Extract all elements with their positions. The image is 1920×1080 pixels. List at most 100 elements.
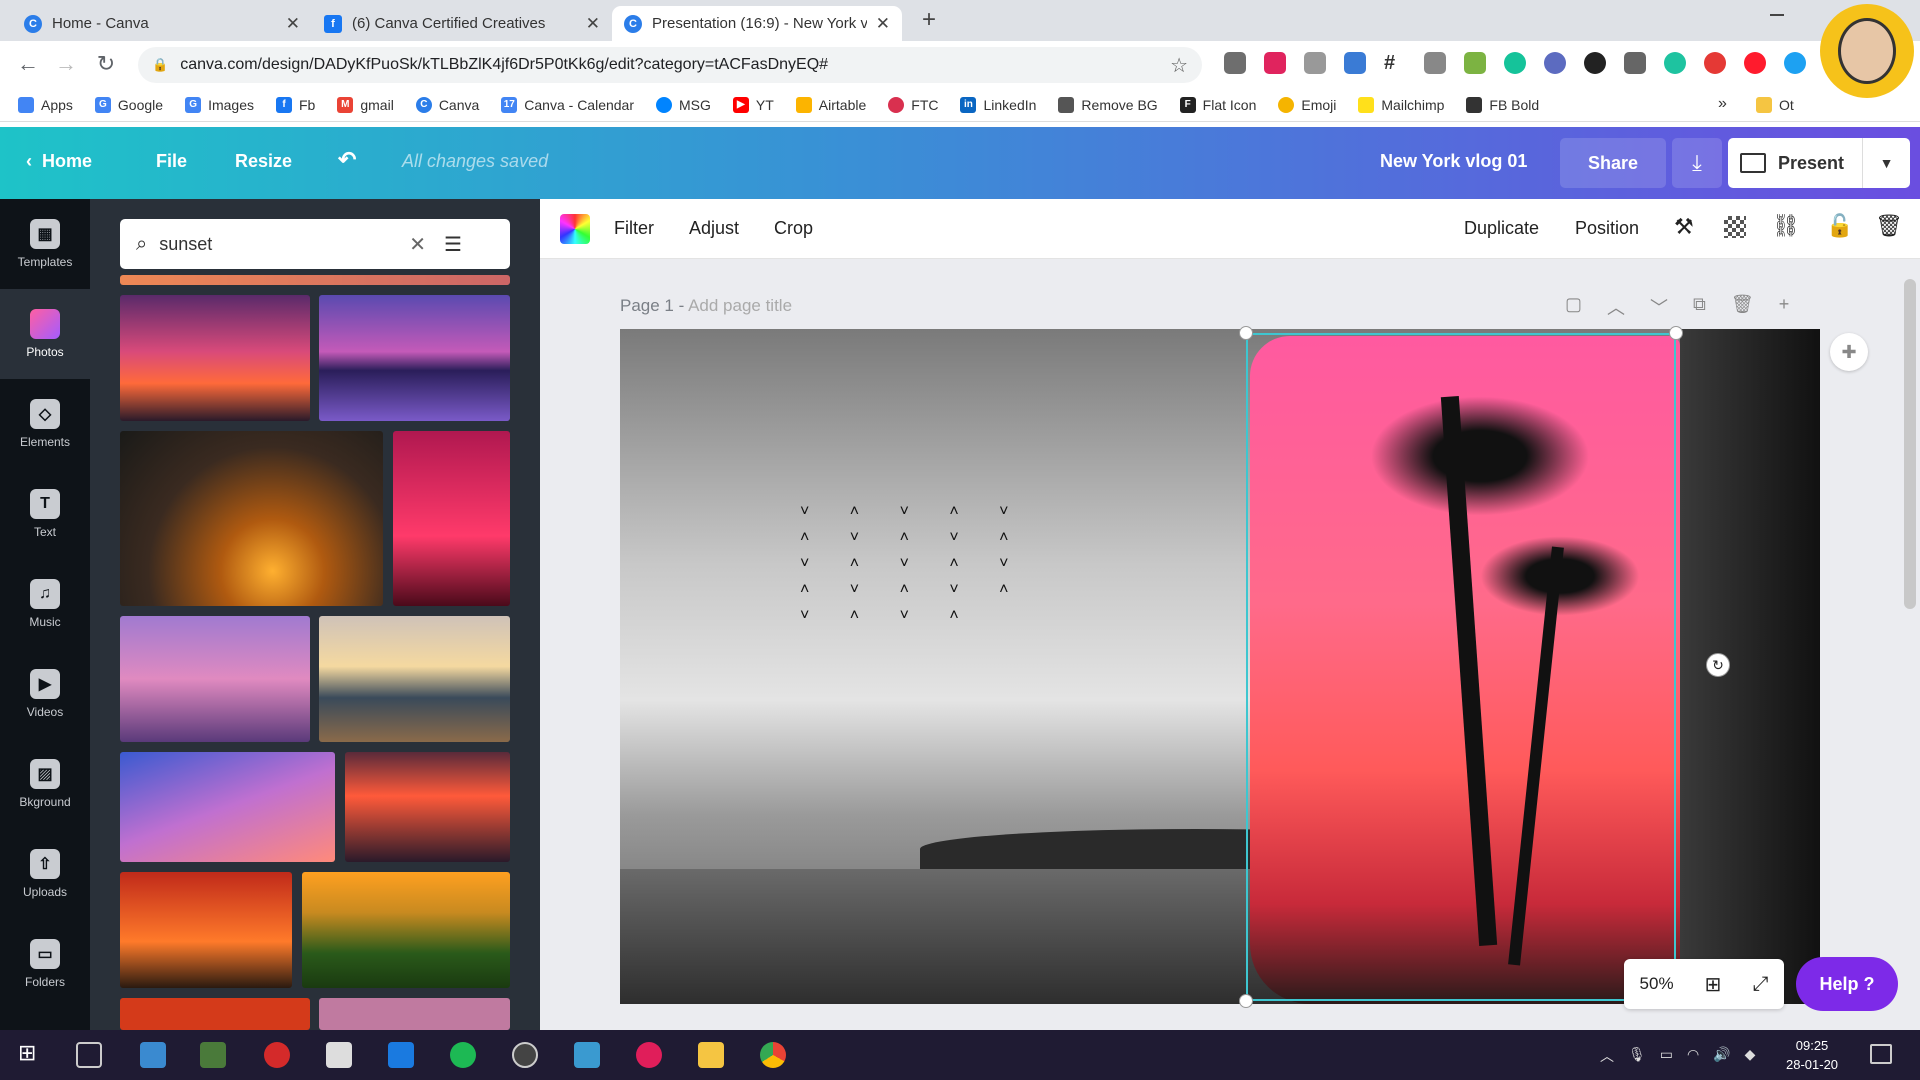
minimize-icon[interactable] (1770, 14, 1784, 16)
bookmark-flat-icon[interactable]: F Flat Icon (1179, 96, 1256, 113)
wifi-icon[interactable]: ◠ (1687, 1046, 1699, 1066)
notifications-icon[interactable] (1870, 1044, 1892, 1064)
file-menu-button[interactable]: File (156, 151, 187, 172)
calculator-icon[interactable] (326, 1042, 352, 1068)
sidebar-item-folders[interactable]: ▭ Folders (0, 919, 90, 1009)
trash-icon[interactable]: 🗑 (1875, 213, 1903, 239)
close-icon[interactable]: ✕ (876, 14, 890, 34)
slack-icon[interactable] (636, 1042, 662, 1068)
home-button[interactable]: ‹ Home (26, 151, 92, 172)
bookmark-gmail[interactable]: Mgmail (337, 96, 394, 113)
info-icon[interactable] (1424, 52, 1446, 74)
close-icon[interactable]: ✕ (286, 14, 300, 34)
vertical-scrollbar[interactable] (1904, 279, 1916, 609)
new-tab-button[interactable]: + (922, 6, 936, 34)
bookmark-mailchimp[interactable]: Mailchimp (1358, 96, 1444, 113)
download-icon[interactable]: ⤓ (1672, 138, 1722, 188)
clear-search-icon[interactable]: ✕ (409, 232, 426, 257)
selection-box[interactable] (1246, 333, 1676, 1001)
chevron-up-icon[interactable]: ︿ (1607, 294, 1625, 320)
note-icon[interactable]: ▢ (1565, 294, 1582, 320)
tab-home-canva[interactable]: C Home - Canva ✕ (12, 6, 312, 41)
color-picker-icon[interactable] (560, 214, 590, 244)
sidebar-item-videos[interactable]: ▶ Videos (0, 649, 90, 739)
page-title-input[interactable]: Add page title (688, 296, 792, 315)
forward-icon[interactable]: → (52, 51, 80, 77)
task-view-icon[interactable] (76, 1042, 102, 1068)
bookmark-linkedin[interactable]: in LinkedIn (960, 96, 1036, 113)
photo-thumbnail[interactable] (120, 998, 310, 1030)
bookmark-canva-calendar[interactable]: 17 Canva - Calendar (501, 96, 634, 113)
address-bar[interactable]: 🔒 canva.com/design/DADyKfPuoSk/kTLBbZlK4… (138, 47, 1202, 83)
transparency-icon[interactable] (1724, 216, 1746, 238)
lock-icon[interactable]: 🔓 (1826, 213, 1853, 239)
grid-view-icon[interactable]: ⊞ (1705, 972, 1722, 997)
photo-thumbnail[interactable] (319, 295, 510, 421)
help-button[interactable]: Help ? (1796, 957, 1898, 1011)
bookmark-other[interactable]: Ot (1756, 97, 1794, 113)
url-text[interactable]: canva.com/design/DADyKfPuoSk/kTLBbZlK4jf… (180, 56, 828, 74)
photo-thumbnail[interactable] (302, 872, 510, 988)
sidebar-item-uploads[interactable]: ⇧ Uploads (0, 829, 90, 919)
tab-presentation[interactable]: C Presentation (16:9) - New York vl ✕ (612, 6, 902, 41)
bookmark-remove-bg[interactable]: Remove BG (1058, 96, 1158, 113)
chevron-down-icon[interactable]: ▼ (1862, 138, 1910, 188)
copy-icon[interactable]: ⧉ (1693, 294, 1706, 320)
star-icon[interactable]: ☆ (1170, 53, 1188, 78)
add-page-icon[interactable]: + (1779, 294, 1790, 320)
windows-start-icon[interactable]: ⊞ (18, 1040, 44, 1066)
add-comment-icon[interactable]: ✚ (1830, 333, 1868, 371)
bookmark-airtable[interactable]: Airtable (795, 96, 866, 113)
app-icon[interactable] (450, 1042, 476, 1068)
bookmark-fb[interactable]: f Fb (276, 96, 315, 113)
trash-icon[interactable]: 🗑 (1731, 294, 1754, 320)
dropbox-tray-icon[interactable]: ◆ (1745, 1046, 1756, 1066)
battery-icon[interactable]: ▭ (1660, 1046, 1673, 1066)
dropbox-icon[interactable] (388, 1042, 414, 1068)
app-icon[interactable] (264, 1042, 290, 1068)
app-icon[interactable] (140, 1042, 166, 1068)
avatar[interactable] (1820, 4, 1914, 98)
sidebar-item-bkground[interactable]: ▨ Bkground (0, 739, 90, 829)
app-icon[interactable] (574, 1042, 600, 1068)
grammarly-icon[interactable] (1504, 52, 1526, 74)
bookmarks-overflow-button[interactable]: » (1718, 95, 1727, 113)
bookmark-ftc[interactable]: FTC (888, 96, 938, 113)
hashtag-icon[interactable]: # (1384, 52, 1406, 74)
rotate-icon[interactable]: ↻ (1706, 653, 1730, 677)
cloud-icon[interactable] (1304, 52, 1326, 74)
bookmark-canva[interactable]: C Canva (415, 96, 479, 113)
filter-sliders-icon[interactable]: ☰ (444, 232, 462, 257)
extension-icon[interactable] (1264, 52, 1286, 74)
photo-thumbnail[interactable] (120, 431, 383, 606)
photo-thumbnail[interactable] (120, 872, 292, 988)
bookmark-apps[interactable]: Apps (18, 96, 73, 113)
photo-thumbnail[interactable] (393, 431, 510, 606)
microphone-icon[interactable]: 🎙 (1628, 1046, 1646, 1066)
pocket-icon[interactable] (1224, 52, 1246, 74)
zoom-level[interactable]: 50% (1640, 974, 1674, 994)
bookmark-images[interactable]: G Images (185, 96, 254, 113)
extension-icon[interactable] (1584, 52, 1606, 74)
photo-thumbnail[interactable] (319, 616, 510, 742)
design-title[interactable]: New York vlog 01 (1380, 151, 1527, 172)
search-input[interactable] (159, 233, 410, 255)
duplicate-button[interactable]: Duplicate (1464, 218, 1539, 239)
resize-handle[interactable] (1669, 326, 1683, 340)
app-icon[interactable] (200, 1042, 226, 1068)
undo-icon[interactable]: ↶ (338, 147, 356, 173)
back-icon[interactable]: ← (14, 51, 42, 77)
extension-icon[interactable] (1624, 52, 1646, 74)
extension-icon[interactable] (1704, 52, 1726, 74)
sidebar-item-templates[interactable]: ▦ Templates (0, 199, 90, 289)
photo-thumbnail[interactable] (319, 998, 510, 1030)
reload-icon[interactable]: ↻ (92, 51, 120, 77)
extension-icon[interactable] (1544, 52, 1566, 74)
photo-thumbnail[interactable] (120, 295, 310, 421)
file-explorer-icon[interactable] (698, 1042, 724, 1068)
chevron-up-icon[interactable]: ︿ (1600, 1046, 1614, 1066)
chrome-icon[interactable] (760, 1042, 786, 1068)
filter-button[interactable]: Filter (614, 218, 654, 239)
link-icon[interactable]: ⛓ (1772, 213, 1800, 239)
extension-icon[interactable] (1784, 52, 1806, 74)
